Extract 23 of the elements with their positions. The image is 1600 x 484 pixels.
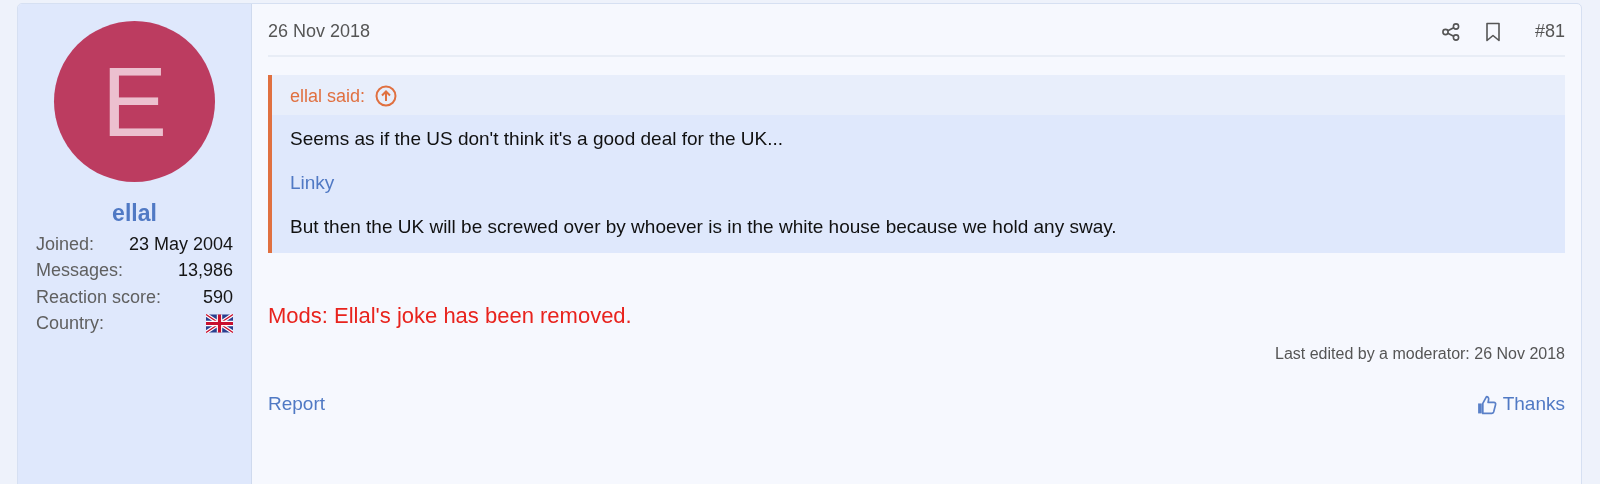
thumbs-up-icon: [1475, 393, 1497, 415]
last-edited-note: Last edited by a moderator: 26 Nov 2018: [1275, 345, 1565, 363]
stat-label: Messages:: [36, 260, 124, 282]
thanks-button[interactable]: Thanks: [1475, 393, 1565, 415]
stat-value: 23 May 2004: [128, 233, 233, 255]
stat-label: Reaction score:: [36, 286, 162, 308]
username-link[interactable]: ellal: [112, 200, 157, 227]
quote-text: But then the UK will be screwed over by whoever is in the white house because we hold any sway.: [290, 215, 1117, 239]
quote-author: ellal said:: [290, 85, 366, 107]
stat-value: 590: [202, 286, 233, 308]
share-icon[interactable]: [1440, 21, 1461, 42]
stat-value: 13,986: [177, 260, 233, 282]
stat-label: Joined:: [36, 233, 95, 255]
stat-label: Country:: [36, 313, 105, 335]
quote-link[interactable]: Linky: [290, 169, 335, 197]
bookmark-icon[interactable]: [1484, 21, 1501, 42]
post-date: 26 Nov 2018: [268, 21, 371, 42]
flag-icon: [206, 314, 233, 334]
moderator-notice: Mods: Ellal's joke has been removed.: [268, 303, 633, 329]
report-link[interactable]: Report: [268, 393, 326, 415]
quote-text: Seems as if the US don't think it's a good deal for the UK...: [290, 127, 784, 151]
avatar: E: [54, 21, 215, 182]
post-number-link[interactable]: #81: [1534, 21, 1565, 42]
